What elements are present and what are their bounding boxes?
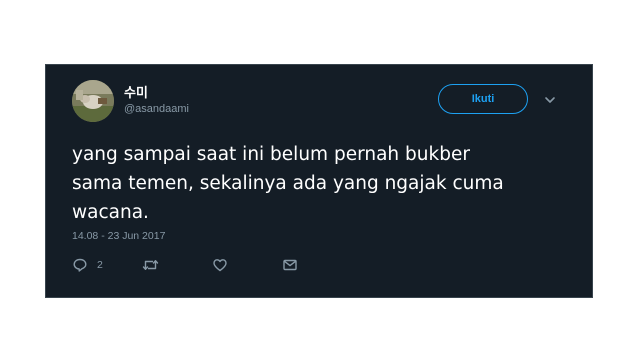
reply-button[interactable]: 2 bbox=[72, 256, 103, 274]
tweet-text: yang sampai saat ini belum pernah bukber… bbox=[72, 140, 572, 227]
tweet-text-line: sama temen, sekalinya ada yang ngajak cu… bbox=[72, 173, 504, 194]
avatar-image bbox=[72, 80, 114, 122]
retweet-icon bbox=[142, 260, 159, 270]
timestamp[interactable]: 14.08 - 23 Jun 2017 bbox=[72, 230, 165, 242]
reply-icon bbox=[73, 258, 87, 272]
tweet-actions: 2 bbox=[72, 256, 372, 274]
direct-message-button[interactable] bbox=[282, 256, 298, 274]
tweet-text-line: yang sampai saat ini belum pernah bukber bbox=[72, 144, 470, 165]
display-name[interactable]: 수미 bbox=[124, 82, 148, 101]
retweet-button[interactable] bbox=[142, 256, 159, 274]
chevron-down-icon[interactable] bbox=[543, 93, 557, 107]
tweet-text-line: wacana. bbox=[72, 202, 149, 223]
like-button[interactable] bbox=[212, 256, 228, 274]
envelope-icon bbox=[283, 259, 297, 271]
reply-count: 2 bbox=[97, 259, 103, 271]
avatar[interactable] bbox=[72, 80, 114, 122]
follow-button[interactable]: Ikuti bbox=[438, 84, 528, 114]
page: 수미 @asandaami Ikuti yang sampai saat ini… bbox=[0, 0, 640, 360]
username[interactable]: @asandaami bbox=[124, 103, 189, 115]
tweet-card: 수미 @asandaami Ikuti yang sampai saat ini… bbox=[45, 64, 593, 298]
heart-icon bbox=[213, 259, 227, 272]
